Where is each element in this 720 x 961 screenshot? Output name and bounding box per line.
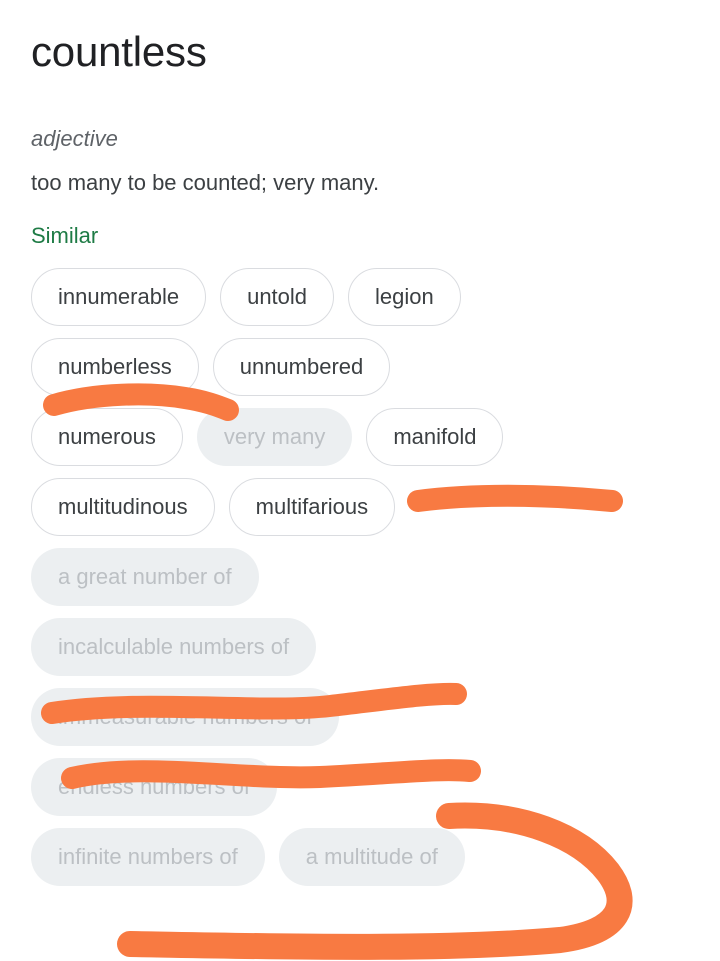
synonym-chip[interactable]: innumerable xyxy=(31,268,207,326)
synonym-chip-row: infinite numbers of a multitude of xyxy=(31,828,691,886)
synonym-chip[interactable]: numerous xyxy=(31,408,183,466)
similar-section-heading: Similar xyxy=(31,223,99,248)
definition-text: too many to be counted; very many. xyxy=(31,170,380,195)
synonym-chip-row: numerous very many manifold xyxy=(31,408,691,466)
synonym-chip[interactable]: multifarious xyxy=(228,478,396,536)
synonym-chip[interactable]: legion xyxy=(348,268,461,326)
synonym-chip-list: innumerable untold legion numberless unnumbe… xyxy=(31,268,691,898)
page-title: countless xyxy=(31,28,207,75)
synonym-chip[interactable]: very many xyxy=(196,408,353,466)
synonym-chip[interactable]: numberless xyxy=(31,338,199,396)
synonym-chip-row: immeasurable numbers of xyxy=(31,688,691,746)
synonym-chip[interactable]: infinite numbers of xyxy=(31,828,265,886)
part-of-speech-label: adjective xyxy=(31,126,118,151)
synonym-chip[interactable]: a great number of xyxy=(31,548,259,606)
synonym-chip-row: a great number of xyxy=(31,548,691,606)
synonym-chip[interactable]: immeasurable numbers of xyxy=(31,688,340,746)
synonym-chip-row: multitudinous multifarious xyxy=(31,478,691,536)
synonym-chip[interactable]: endless numbers of xyxy=(31,758,277,816)
synonym-chip-row: numberless unnumbered xyxy=(31,338,691,396)
synonym-chip[interactable]: multitudinous xyxy=(31,478,215,536)
synonym-chip[interactable]: untold xyxy=(220,268,335,326)
synonym-chip[interactable]: unnumbered xyxy=(212,338,391,396)
synonym-chip[interactable]: a multitude of xyxy=(278,828,465,886)
synonym-chip-row: incalculable numbers of xyxy=(31,618,691,676)
synonym-chip-row: innumerable untold legion xyxy=(31,268,691,326)
synonym-chip-row: endless numbers of xyxy=(31,758,691,816)
synonym-chip[interactable]: manifold xyxy=(366,408,504,466)
dictionary-entry-page: countless adjective too many to be count… xyxy=(0,0,720,961)
synonym-chip[interactable]: incalculable numbers of xyxy=(31,618,317,676)
